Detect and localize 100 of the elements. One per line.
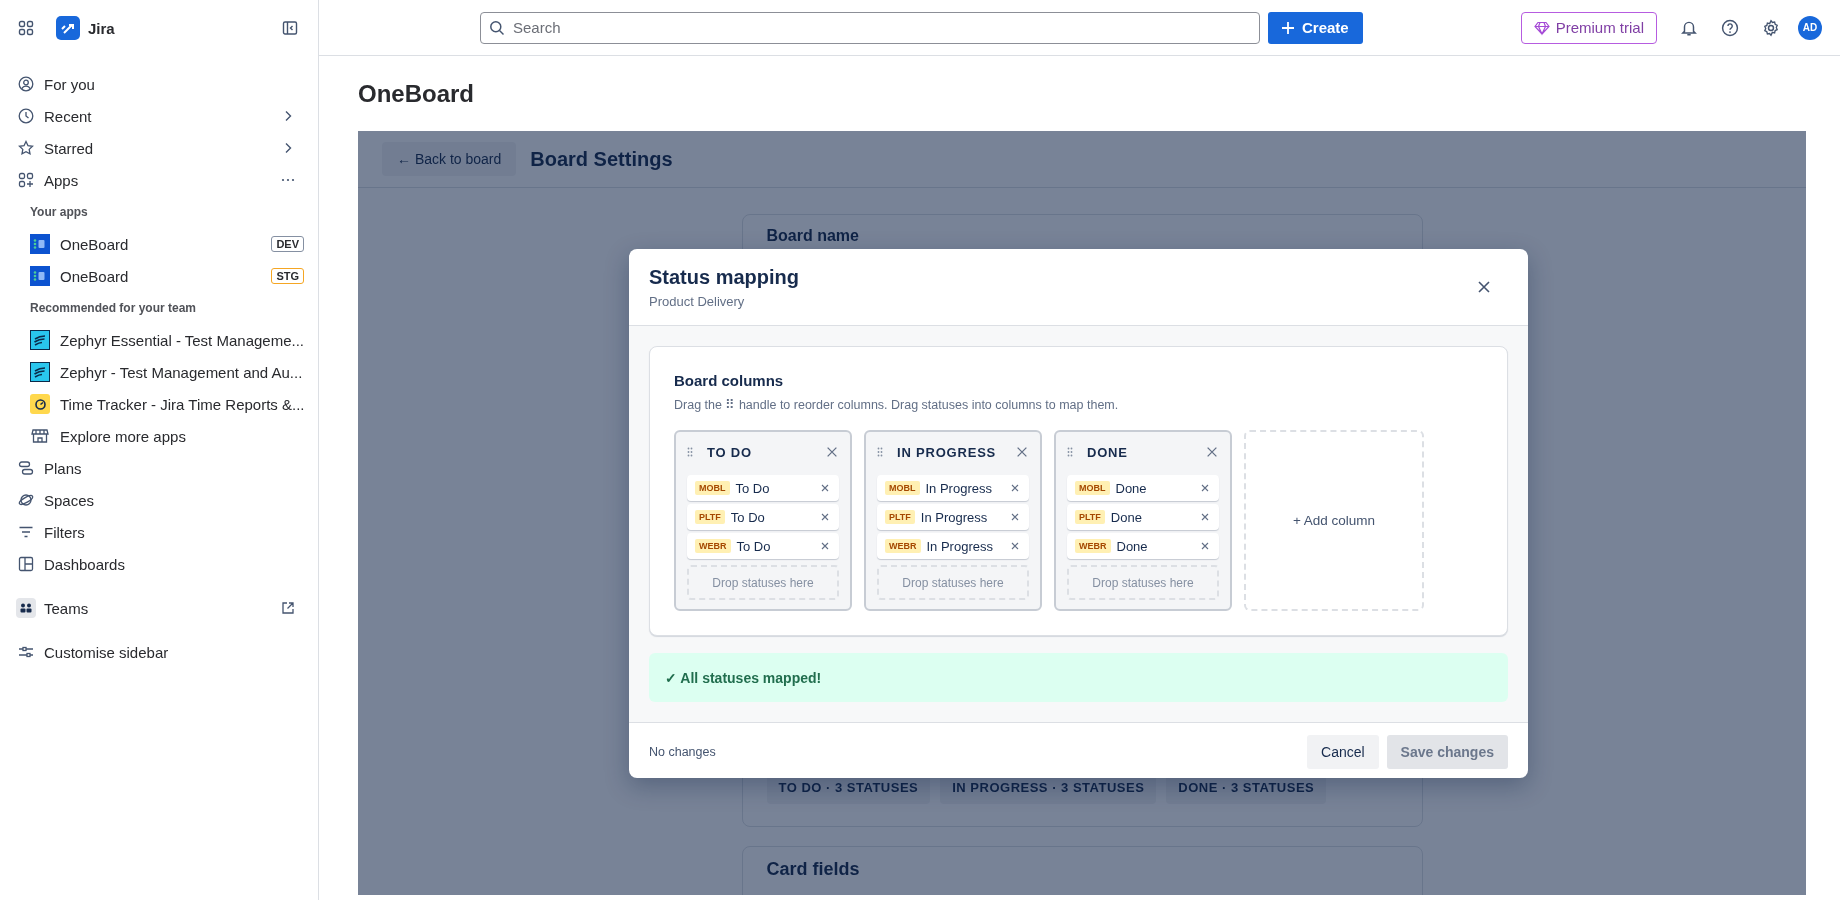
close-icon[interactable] bbox=[825, 445, 839, 459]
timer-app-icon bbox=[30, 394, 50, 414]
sidebar-item[interactable]: Explore more apps bbox=[18, 420, 304, 452]
project-tag: WEBR bbox=[1075, 539, 1111, 553]
app-switcher-icon[interactable] bbox=[18, 20, 34, 36]
sidebar-item[interactable]: Zephyr Essential - Test Manageme... bbox=[18, 324, 304, 356]
sidebar-item[interactable]: OneBoard STG bbox=[18, 260, 304, 292]
status-name: In Progress bbox=[926, 538, 994, 554]
sidebar-item[interactable]: Teams bbox=[18, 592, 304, 624]
drag-handle-icon[interactable] bbox=[877, 447, 883, 457]
user-avatar[interactable]: AD bbox=[1798, 15, 1822, 40]
people-icon bbox=[16, 598, 36, 618]
sidebar-item[interactable]: Zephyr - Test Management and Au... bbox=[18, 356, 304, 388]
board-app-icon bbox=[30, 266, 50, 286]
sidebar-item[interactable]: Spaces bbox=[18, 484, 304, 516]
sliders-icon bbox=[18, 644, 34, 660]
drop-hint: Drop statuses here bbox=[1092, 575, 1194, 590]
apps-icon bbox=[18, 172, 34, 188]
filter-icon bbox=[18, 524, 34, 540]
sidebar-item[interactable]: Apps bbox=[18, 164, 304, 196]
person-icon bbox=[18, 76, 34, 92]
remove-icon[interactable] bbox=[819, 511, 831, 523]
add-column-button[interactable]: + Add column bbox=[1244, 430, 1424, 611]
wind-app-icon bbox=[30, 362, 50, 382]
dashboard-icon bbox=[18, 556, 34, 572]
settings-title: Board Settings bbox=[530, 147, 673, 171]
sidebar-item[interactable]: Time Tracker - Jira Time Reports &... bbox=[18, 388, 304, 420]
project-tag: MOBL bbox=[885, 481, 920, 495]
status-name: To Do bbox=[730, 509, 766, 525]
remove-icon[interactable] bbox=[1009, 540, 1021, 552]
star-icon bbox=[18, 140, 34, 156]
store-icon bbox=[30, 426, 50, 446]
product-name: Jira bbox=[88, 19, 115, 37]
back-button[interactable]: ← Back to board bbox=[382, 142, 517, 176]
remove-icon[interactable] bbox=[1009, 511, 1021, 523]
project-tag: MOBL bbox=[1075, 481, 1110, 495]
create-button[interactable]: Create bbox=[1268, 11, 1363, 44]
status-chip[interactable]: MOBL To Do bbox=[687, 475, 839, 501]
sidebar-item[interactable]: For you bbox=[18, 68, 304, 100]
env-badge: STG bbox=[271, 268, 304, 284]
cancel-button[interactable]: Cancel bbox=[1307, 735, 1379, 769]
search-field[interactable]: Search bbox=[480, 11, 1260, 44]
status-chip[interactable]: WEBR To Do bbox=[687, 533, 839, 559]
status-name: To Do bbox=[735, 480, 771, 496]
remove-icon[interactable] bbox=[1009, 482, 1021, 494]
project-tag: PLTF bbox=[885, 510, 915, 524]
status-name: In Progress bbox=[920, 509, 989, 525]
close-icon[interactable] bbox=[1476, 279, 1492, 295]
close-icon[interactable] bbox=[1015, 445, 1029, 459]
jira-logo-icon bbox=[56, 16, 80, 40]
page-title: OneBoard bbox=[358, 80, 475, 109]
status-chip[interactable]: WEBR In Progress bbox=[877, 533, 1029, 559]
remove-icon[interactable] bbox=[1199, 540, 1211, 552]
project-tag: PLTF bbox=[695, 510, 725, 524]
change-status: No changes bbox=[649, 745, 716, 759]
section-title: Card fields bbox=[766, 859, 861, 880]
drag-handle-icon[interactable] bbox=[1067, 447, 1073, 457]
drag-handle-icon[interactable] bbox=[687, 447, 693, 457]
remove-icon[interactable] bbox=[819, 482, 831, 494]
hint-text: Drag the ⠿ handle to reorder columns. Drag statuses into columns to map them. bbox=[674, 397, 1120, 412]
dialog-title: Status mapping bbox=[649, 265, 800, 289]
clock-icon bbox=[18, 108, 34, 124]
status-name: Done bbox=[1115, 480, 1148, 496]
status-chip[interactable]: PLTF To Do bbox=[687, 504, 839, 530]
plus-icon bbox=[1280, 19, 1296, 36]
field-label: Board name bbox=[766, 227, 860, 245]
column-title: IN PROGRESS bbox=[897, 444, 998, 460]
sidebar-item[interactable]: Starred bbox=[18, 132, 304, 164]
column-title: DONE bbox=[1087, 444, 1129, 460]
status-name: Done bbox=[1116, 538, 1149, 554]
close-icon[interactable] bbox=[1205, 445, 1219, 459]
premium-trial-button[interactable]: Premium trial bbox=[1520, 11, 1657, 44]
status-chip[interactable]: MOBL Done bbox=[1067, 475, 1219, 501]
settings-icon[interactable] bbox=[1762, 18, 1780, 37]
sidebar-item[interactable]: OneBoard DEV bbox=[18, 228, 304, 260]
column-title: TO DO bbox=[707, 444, 753, 460]
status-chip[interactable]: PLTF In Progress bbox=[877, 504, 1029, 530]
sidebar-item[interactable]: Customise sidebar bbox=[18, 636, 304, 668]
help-icon[interactable] bbox=[1721, 18, 1739, 37]
project-tag: MOBL bbox=[695, 481, 730, 495]
remove-icon[interactable] bbox=[1199, 511, 1211, 523]
status-chip[interactable]: WEBR Done bbox=[1067, 533, 1219, 559]
project-tag: WEBR bbox=[695, 539, 731, 553]
project-tag: WEBR bbox=[885, 539, 921, 553]
board-app-icon bbox=[30, 234, 50, 254]
status-name: Done bbox=[1110, 509, 1143, 525]
status-name: To Do bbox=[736, 538, 772, 554]
status-name: In Progress bbox=[925, 480, 993, 496]
remove-icon[interactable] bbox=[1199, 482, 1211, 494]
section-heading: Your apps bbox=[29, 204, 89, 221]
sidebar-item[interactable]: Filters bbox=[18, 516, 304, 548]
section-title: Board columns bbox=[674, 372, 785, 389]
sidebar-item[interactable]: Recent bbox=[18, 100, 304, 132]
remove-icon[interactable] bbox=[819, 540, 831, 552]
sidebar-item[interactable]: Dashboards bbox=[18, 548, 304, 580]
collapse-sidebar-icon[interactable] bbox=[282, 20, 298, 36]
sidebar-item[interactable]: Plans bbox=[18, 452, 304, 484]
status-chip[interactable]: PLTF Done bbox=[1067, 504, 1219, 530]
status-chip[interactable]: MOBL In Progress bbox=[877, 475, 1029, 501]
drop-hint: Drop statuses here bbox=[712, 575, 814, 590]
